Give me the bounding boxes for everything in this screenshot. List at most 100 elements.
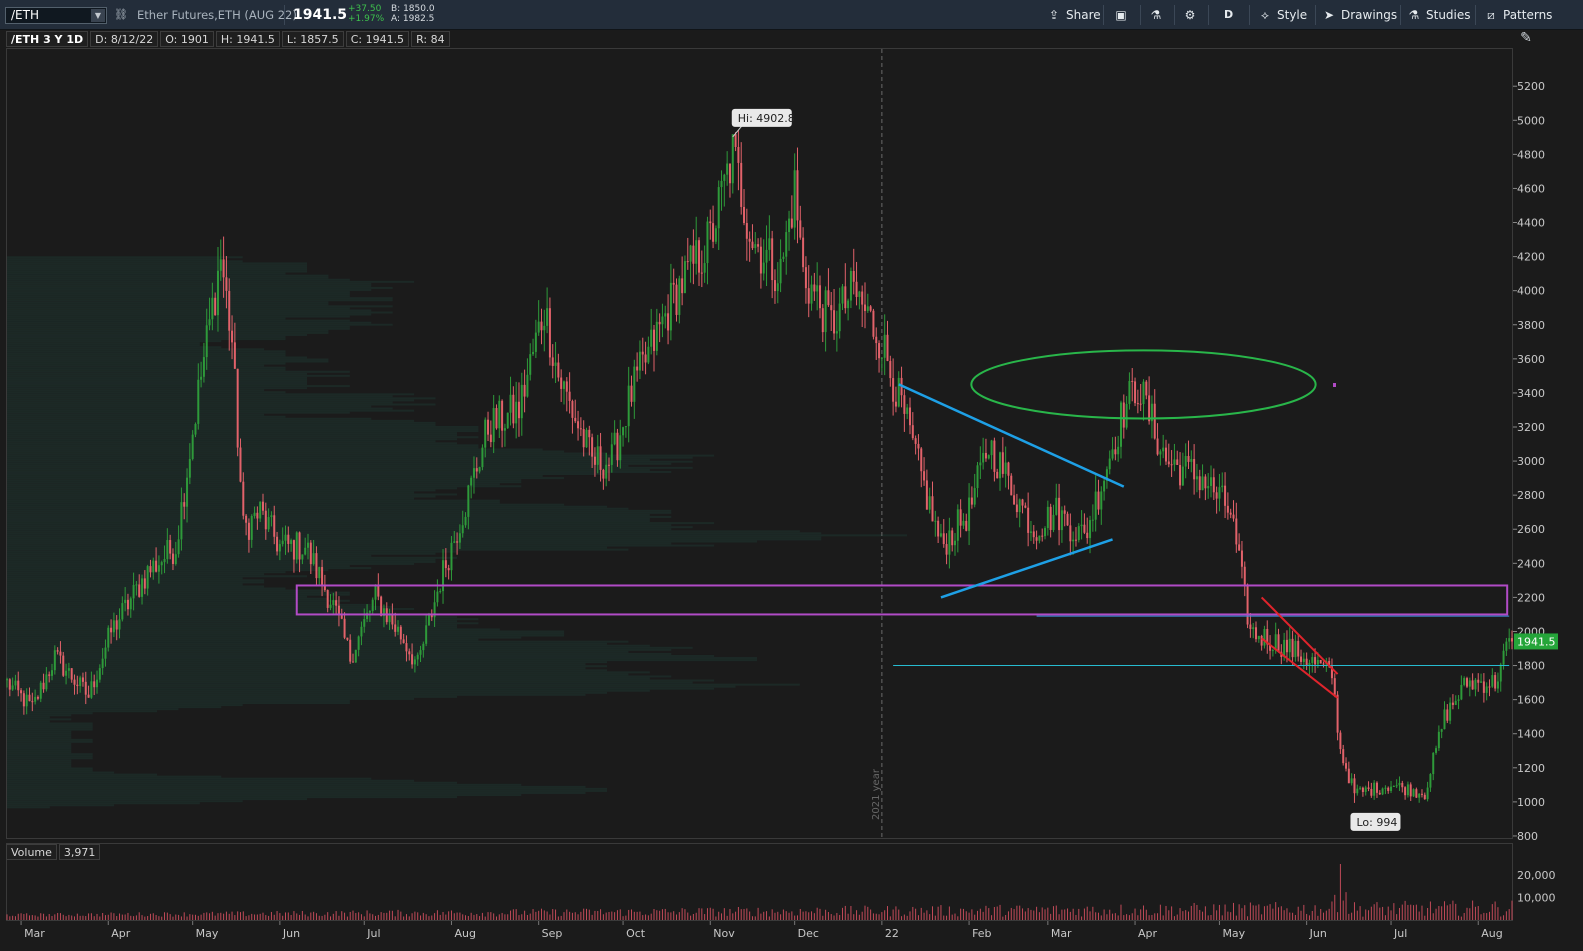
volume-profile-bar bbox=[7, 458, 650, 461]
volume-profile-bar bbox=[7, 303, 329, 306]
candle-body bbox=[1243, 566, 1246, 585]
candle-body bbox=[439, 591, 442, 593]
candle-body bbox=[498, 400, 501, 429]
candle-body bbox=[737, 147, 740, 163]
volume-profile-bar bbox=[7, 397, 436, 400]
candle-body bbox=[768, 238, 771, 250]
candle-body bbox=[62, 655, 65, 676]
candle-body bbox=[267, 517, 270, 530]
volume-profile-bar bbox=[7, 540, 757, 543]
candle-body bbox=[1255, 627, 1258, 640]
volume-profile-bar bbox=[7, 562, 415, 565]
volume-profile-bar bbox=[7, 473, 607, 476]
volume-profile-bar bbox=[7, 329, 329, 332]
year-marker-label: 2021 year bbox=[871, 768, 882, 820]
candle-body bbox=[1463, 678, 1466, 685]
candle-body bbox=[405, 643, 408, 652]
candle-body bbox=[1387, 787, 1390, 791]
candle-body bbox=[1238, 544, 1241, 551]
volume-profile-bar bbox=[7, 610, 393, 613]
candle-body bbox=[51, 670, 54, 676]
candle-body bbox=[1271, 650, 1274, 652]
candle-body bbox=[773, 280, 776, 292]
candle-body bbox=[17, 680, 20, 691]
candle-body bbox=[630, 385, 633, 402]
volume-profile-bar bbox=[7, 450, 565, 453]
volume-profile-bar bbox=[7, 307, 350, 310]
candle-body bbox=[824, 290, 827, 333]
candle-body bbox=[1460, 684, 1463, 700]
candle-body bbox=[512, 394, 515, 424]
candle-body bbox=[444, 560, 447, 569]
volume-profile-bar bbox=[7, 591, 350, 594]
volume-profile-bar bbox=[7, 648, 672, 651]
volume-profile-bar bbox=[7, 528, 672, 531]
candle-body bbox=[506, 412, 509, 429]
candle-body bbox=[655, 321, 658, 351]
volume-profile-bar bbox=[7, 599, 350, 602]
candle-body bbox=[264, 510, 267, 530]
volume-profile-bar bbox=[7, 317, 286, 320]
candle-body bbox=[202, 357, 205, 377]
candle-body bbox=[374, 585, 377, 600]
candle-body bbox=[329, 604, 332, 608]
candle-body bbox=[250, 515, 253, 540]
candle-body bbox=[458, 533, 461, 543]
candle-body bbox=[1117, 446, 1120, 455]
volume-profile-bar bbox=[7, 305, 393, 308]
candle-body bbox=[1083, 524, 1086, 533]
candle-body bbox=[472, 468, 475, 478]
candle-body bbox=[1187, 455, 1190, 462]
candle-body bbox=[976, 465, 979, 489]
volume-profile-bar bbox=[7, 413, 265, 416]
volume-axis-label: 20,000 bbox=[1517, 869, 1556, 882]
candle-body bbox=[368, 610, 371, 613]
volume-profile-bar bbox=[7, 274, 329, 277]
candle-body bbox=[771, 238, 774, 281]
candle-body bbox=[1311, 657, 1314, 663]
candle-body bbox=[118, 619, 121, 630]
candle-body bbox=[357, 636, 360, 650]
candle-body bbox=[149, 566, 152, 573]
candle-body bbox=[464, 516, 467, 526]
candle-body bbox=[1193, 459, 1196, 480]
candle-body bbox=[695, 240, 698, 264]
candle-body bbox=[1364, 787, 1367, 792]
candle-body bbox=[866, 306, 869, 311]
candle-body bbox=[743, 206, 746, 223]
volume-profile-bar bbox=[7, 266, 307, 269]
candle-body bbox=[1190, 459, 1193, 462]
volume-profile-bar bbox=[7, 327, 350, 330]
volume-profile-bar bbox=[7, 769, 93, 772]
candle-body bbox=[785, 232, 788, 257]
candle-body bbox=[177, 539, 180, 555]
volume-profile-bar bbox=[7, 759, 72, 762]
candle-body bbox=[568, 391, 571, 401]
candle-body bbox=[1029, 531, 1032, 533]
volume-profile-bar bbox=[7, 560, 436, 563]
candle-body bbox=[200, 376, 203, 380]
time-axis-label: Apr bbox=[1138, 927, 1158, 940]
candle-body bbox=[945, 544, 948, 555]
candle-body bbox=[593, 456, 596, 465]
candle-body bbox=[1314, 657, 1317, 665]
price-chart[interactable]: 2021 year Hi: 4902.8 Lo: 994 800 1000 1200 140… bbox=[0, 0, 1583, 951]
candle-body bbox=[982, 452, 985, 463]
volume-profile-bar bbox=[7, 368, 286, 371]
volume-profile-bar bbox=[7, 722, 93, 725]
candle-body bbox=[667, 313, 670, 331]
candle-body bbox=[284, 534, 287, 541]
candle-body bbox=[906, 407, 909, 414]
candle-body bbox=[1465, 678, 1468, 687]
candle-body bbox=[1204, 476, 1207, 489]
candle-body bbox=[247, 522, 250, 540]
candle-body bbox=[349, 639, 352, 662]
candle-body bbox=[813, 284, 816, 292]
volume-profile-bar bbox=[7, 755, 93, 758]
candle-body bbox=[765, 249, 768, 263]
candle-body bbox=[295, 532, 298, 560]
candle-body bbox=[126, 599, 129, 610]
candle-body bbox=[841, 286, 844, 304]
volume-profile-bar bbox=[7, 391, 286, 394]
volume-profile-bar bbox=[7, 395, 393, 398]
